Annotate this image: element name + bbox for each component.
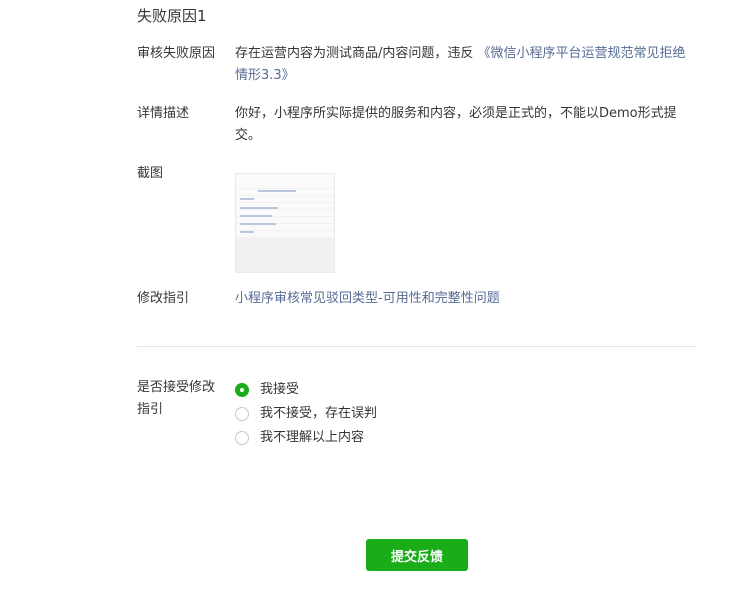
radio-unchecked-icon	[235, 406, 249, 421]
detail-text: 你好，小程序所实际提供的服务和内容，必须是正式的，不能以Demo形式提交。	[235, 106, 677, 143]
submit-feedback-button[interactable]: 提交反馈	[366, 539, 468, 571]
guide-row: 修改指引 小程序审核常见驳回类型-可用性和完整性问题	[137, 288, 697, 310]
radio-not-understand[interactable]: 我不理解以上内容	[235, 428, 697, 447]
screenshot-label: 截图	[137, 166, 164, 181]
reason-row: 审核失败原因 存在运营内容为测试商品/内容问题，违反 《微信小程序平台运营规范常…	[137, 43, 697, 87]
radio-unchecked-icon	[235, 430, 249, 445]
radio-checked-icon	[235, 382, 249, 397]
reason-text: 存在运营内容为测试商品/内容问题，违反	[235, 46, 474, 61]
radio-label: 我不接受，存在误判	[260, 405, 378, 421]
screenshot-thumbnail[interactable]	[235, 173, 335, 273]
radio-label: 我接受	[260, 381, 300, 397]
guide-label: 修改指引	[137, 291, 190, 306]
accept-radio-group: 我接受 我不接受，存在误判 我不理解以上内容	[235, 380, 697, 447]
accept-row: 是否接受修改指引 我接受 我不接受，存在误判 我不理解以上内容	[137, 377, 697, 447]
screenshot-row: 截图	[137, 163, 697, 273]
guide-link[interactable]: 小程序审核常见驳回类型-可用性和完整性问题	[235, 291, 500, 306]
divider	[137, 346, 697, 347]
detail-label: 详情描述	[137, 106, 190, 121]
accept-label: 是否接受修改指引	[137, 380, 216, 417]
reason-value: 存在运营内容为测试商品/内容问题，违反 《微信小程序平台运营规范常见拒绝情形3.…	[235, 43, 697, 87]
section-title: 失败原因1	[137, 7, 207, 25]
detail-row: 详情描述 你好，小程序所实际提供的服务和内容，必须是正式的，不能以Demo形式提…	[137, 103, 697, 147]
radio-label: 我不理解以上内容	[260, 429, 365, 445]
radio-reject[interactable]: 我不接受，存在误判	[235, 404, 697, 423]
reason-label: 审核失败原因	[137, 46, 216, 61]
radio-accept[interactable]: 我接受	[235, 380, 697, 399]
